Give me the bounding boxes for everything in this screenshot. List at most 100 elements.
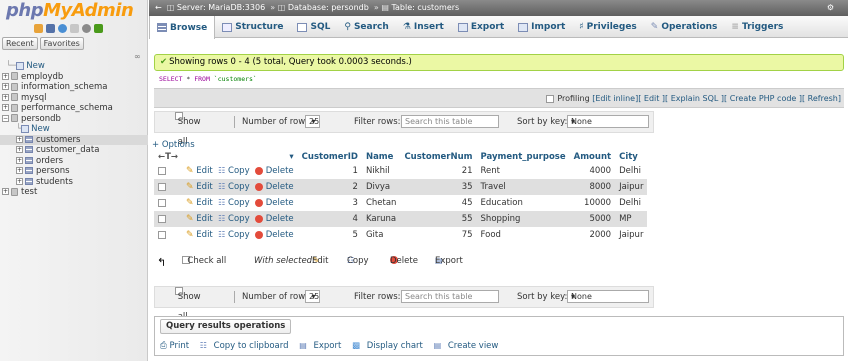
row-checkbox[interactable] (158, 214, 166, 223)
delete-button[interactable]: Delete (255, 182, 294, 192)
edit-button[interactable]: ✎ Edit (186, 230, 213, 240)
tree-item-customers[interactable]: + customers (0, 134, 148, 145)
tree-item-performance-schema[interactable]: + performance_schema (0, 103, 148, 114)
row-checkbox[interactable] (158, 198, 166, 207)
show-all-control[interactable]: Show all (175, 287, 201, 322)
collapse-icon[interactable]: − (2, 114, 9, 122)
profiling-checkbox[interactable] (546, 94, 555, 103)
cell-name[interactable]: Chetan (361, 195, 401, 211)
table-row[interactable]: ✎ Edit ☷ Copy Delete 3 Chetan 45 Education 10… (154, 195, 648, 211)
tree-item-orders[interactable]: + orders (0, 156, 148, 167)
cell-name[interactable]: Nikhil (361, 163, 401, 179)
cell-customernum[interactable]: 55 (400, 211, 477, 227)
tree-item-information-schema[interactable]: + information_schema (0, 82, 148, 93)
tab-sql[interactable]: SQL (290, 16, 337, 38)
reload-icon[interactable] (94, 24, 103, 33)
tab-insert[interactable]: ⚗ Insert (396, 16, 451, 38)
tab-triggers[interactable]: ≡ Triggers (724, 16, 790, 38)
row-checkbox[interactable] (158, 230, 166, 239)
help-icon[interactable] (58, 24, 67, 33)
cell-customerid[interactable]: 3 (297, 195, 362, 211)
tree-item-customer-data[interactable]: + customer_data (0, 145, 148, 156)
tree-item-persondb[interactable]: − persondb (0, 114, 148, 125)
cell-name[interactable]: Karuna (361, 211, 401, 227)
cell-customernum[interactable]: 75 (400, 227, 477, 243)
cell-city[interactable]: Jaipur (615, 179, 648, 195)
delete-button[interactable]: Delete (255, 166, 294, 176)
settings-icon[interactable] (82, 24, 91, 33)
tree-item-new[interactable]: └─ New (0, 61, 148, 72)
edit-button[interactable]: ✎ Edit (186, 198, 213, 208)
cell-payment-purpose[interactable]: Shopping (476, 211, 570, 227)
cell-amount[interactable]: 8000 (569, 179, 616, 195)
breadcrumb-server[interactable]: Server: MariaDB:3306 (177, 3, 265, 12)
phpmyadmin-logo[interactable]: phpMyAdmin (6, 0, 134, 21)
home-icon[interactable] (34, 24, 43, 33)
tab-import[interactable]: Import (511, 16, 572, 38)
arrows-icon[interactable]: ←T→ (158, 152, 178, 162)
copy-button[interactable]: ☷ Copy (218, 214, 249, 224)
create-view-link[interactable]: ▤ Create view (434, 341, 503, 351)
table-row[interactable]: ✎ Edit ☷ Copy Delete 1 Nikhil 21 Rent 4000 Del… (154, 163, 648, 179)
options-toggle[interactable]: + Options (152, 140, 195, 150)
table-row[interactable]: ✎ Edit ☷ Copy Delete 4 Karuna 55 Shopping 500… (154, 211, 648, 227)
tab-search[interactable]: ⚲ Search (337, 16, 395, 38)
refresh-link[interactable]: [ Refresh] (802, 94, 841, 103)
cell-customernum[interactable]: 35 (400, 179, 477, 195)
tree-item-mysql[interactable]: + mysql (0, 93, 148, 104)
table-row[interactable]: ✎ Edit ☷ Copy Delete 5 Gita 75 Food 2000 Jaipu… (154, 227, 648, 243)
expand-icon[interactable]: + (2, 83, 9, 90)
cell-amount[interactable]: 4000 (569, 163, 616, 179)
cell-payment-purpose[interactable]: Education (476, 195, 570, 211)
column-header-amount[interactable]: Amount (570, 150, 615, 163)
tab-export[interactable]: Export (451, 16, 511, 38)
docs-icon[interactable] (70, 24, 79, 33)
tree-item-test[interactable]: + test (0, 187, 148, 198)
export-link[interactable]: ▤ Export (299, 341, 345, 351)
cell-amount[interactable]: 2000 (569, 227, 616, 243)
expand-icon[interactable]: + (2, 188, 9, 195)
explain-sql-link[interactable]: [ Explain SQL ] (665, 94, 724, 103)
cell-city[interactable]: Delhi (615, 163, 648, 179)
expand-icon[interactable]: + (16, 177, 23, 185)
print-link[interactable]: ⎙ Print (160, 341, 193, 351)
expand-icon[interactable]: + (16, 167, 23, 174)
tab-operations[interactable]: ✎ Operations (644, 16, 725, 38)
tree-item-new-table[interactable]: └ New (0, 124, 148, 135)
breadcrumb-database[interactable]: Database: persondb (288, 3, 369, 12)
favorites-tab[interactable]: Favorites (39, 37, 84, 50)
cell-name[interactable]: Gita (361, 227, 401, 243)
cell-city[interactable]: Delhi (615, 195, 648, 211)
cell-customernum[interactable]: 21 (400, 163, 477, 179)
cell-amount[interactable]: 5000 (569, 211, 616, 227)
edit-inline-link[interactable]: [Edit inline] (592, 94, 638, 103)
expand-icon[interactable]: + (2, 104, 9, 111)
edit-button[interactable]: ✎ Edit (186, 182, 213, 192)
expand-icon[interactable]: + (2, 93, 9, 101)
tab-browse[interactable]: Browse (149, 16, 216, 39)
table-row[interactable]: ✎ Edit ☷ Copy Delete 2 Divya 35 Travel 8000 Ja… (154, 179, 648, 195)
copy-button[interactable]: ☷ Copy (218, 230, 249, 240)
sql-query-icon[interactable] (46, 24, 55, 33)
row-checkbox[interactable] (158, 182, 166, 191)
copy-to-clipboard-link[interactable]: ☷ Copy to clipboard (200, 341, 293, 351)
cell-customerid[interactable]: 1 (297, 163, 362, 179)
copy-button[interactable]: ☷ Copy (218, 182, 249, 192)
cell-payment-purpose[interactable]: Rent (476, 163, 570, 179)
cell-customerid[interactable]: 4 (297, 211, 362, 227)
link-with-main-panel-icon[interactable]: ∞ (134, 52, 141, 61)
cell-name[interactable]: Divya (361, 179, 401, 195)
tree-item-employdb[interactable]: + employdb (0, 72, 148, 83)
column-header-customerid[interactable]: CustomerID (298, 150, 362, 163)
cell-customerid[interactable]: 5 (297, 227, 362, 243)
sql-query-display[interactable]: SELECT * FROM `customers` (154, 72, 844, 87)
edit-button[interactable]: ✎ Edit (186, 214, 213, 224)
expand-icon[interactable]: + (16, 146, 23, 153)
sort-header[interactable]: ▾ (182, 150, 298, 163)
tree-item-students[interactable]: + students (0, 177, 148, 188)
edit-link[interactable]: [ Edit ] (638, 94, 665, 103)
cell-payment-purpose[interactable]: Travel (476, 179, 570, 195)
tab-structure[interactable]: Structure (215, 16, 290, 38)
create-php-code-link[interactable]: [ Create PHP code ] (724, 94, 802, 103)
expand-icon[interactable]: + (2, 72, 9, 80)
